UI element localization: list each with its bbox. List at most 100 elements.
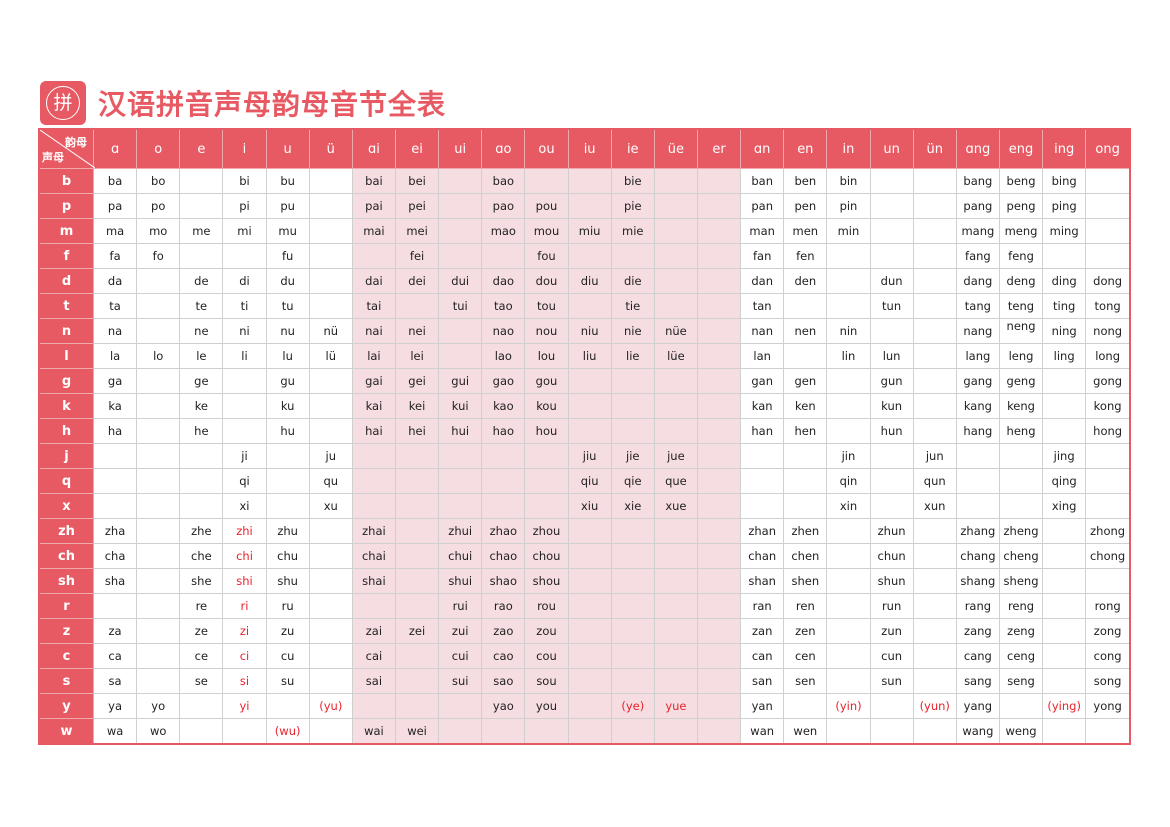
empty-cell: [179, 443, 224, 469]
syllable-text: bi: [239, 174, 250, 188]
empty-cell: [438, 443, 483, 469]
table-row: w wa wo (wu) wai wei wan wen wang weng: [40, 718, 1129, 743]
syllable-cell: chou: [524, 543, 569, 569]
syllable-text: xie: [624, 499, 642, 513]
syllable-cell: li: [222, 343, 267, 369]
syllable-text: shai: [362, 574, 386, 588]
empty-cell: [438, 718, 483, 743]
syllable-text: nie: [623, 324, 642, 338]
final-header: ü: [308, 130, 353, 169]
syllable-cell: hu: [265, 418, 310, 444]
syllable-text: reng: [1007, 599, 1035, 613]
empty-cell: [265, 693, 310, 719]
empty-cell: [653, 518, 698, 544]
empty-cell: [567, 543, 612, 569]
syllable-text: chan: [748, 549, 777, 563]
syllable-text: chu: [277, 549, 299, 563]
syllable-text: kou: [536, 399, 557, 413]
syllable-text: zui: [451, 624, 469, 638]
empty-cell: [653, 218, 698, 244]
syllable-cell: ba: [92, 168, 138, 194]
empty-cell: [1085, 443, 1129, 469]
empty-cell: [1042, 543, 1087, 569]
syllable-text: bang: [963, 174, 993, 188]
empty-cell: [653, 293, 698, 319]
pinyin-logo-icon: 拼: [40, 81, 86, 125]
empty-cell: [912, 568, 957, 594]
syllable-text: ran: [752, 599, 772, 613]
syllable-text: qu: [323, 474, 339, 488]
syllable-cell: meng: [998, 218, 1044, 244]
syllable-cell: shang: [955, 568, 1000, 594]
syllable-text: sao: [493, 674, 514, 688]
syllable-cell: jie: [610, 443, 655, 469]
initial-header: p: [40, 193, 94, 219]
syllable-cell: lun: [869, 343, 914, 369]
syllable-text: fen: [796, 249, 815, 263]
table-row: f fa fo fu fei fou fan fen fang feng: [40, 243, 1129, 269]
final-header: i: [222, 130, 267, 169]
syllable-cell: qin: [826, 468, 871, 494]
syllable-text: sang: [964, 674, 992, 688]
syllable-cell: wen: [783, 718, 828, 743]
syllable-cell: pa: [92, 193, 138, 219]
syllable-text: mang: [961, 224, 995, 238]
syllable-cell: lao: [481, 343, 526, 369]
syllable-cell: gu: [265, 368, 310, 394]
empty-cell: [136, 443, 181, 469]
corner-label-finals: 韵母: [65, 136, 87, 149]
empty-cell: [394, 543, 440, 569]
empty-cell: [1042, 593, 1087, 619]
syllable-cell: men: [783, 218, 828, 244]
syllable-cell: ce: [179, 643, 224, 669]
corner-header: 韵母 声母: [40, 130, 95, 169]
empty-cell: [481, 443, 526, 469]
syllable-cell: nao: [481, 318, 526, 344]
syllable-text: bu: [280, 174, 295, 188]
final-header: u: [265, 130, 310, 169]
syllable-text: ya: [108, 699, 122, 713]
syllable-cell: fen: [783, 243, 828, 269]
empty-cell: [265, 493, 310, 519]
syllable-text: zha: [104, 524, 126, 538]
syllable-cell: lu: [265, 343, 310, 369]
syllable-text: lu: [282, 349, 293, 363]
syllable-cell: lo: [136, 343, 181, 369]
syllable-text: cao: [493, 649, 514, 663]
syllable-cell: can: [740, 643, 785, 669]
syllable-text: gou: [535, 374, 558, 388]
empty-cell: [481, 718, 526, 743]
syllable-cell: ca: [92, 643, 138, 669]
syllable-cell: nin: [826, 318, 871, 344]
syllable-cell: dei: [394, 268, 440, 294]
syllable-text: ni: [239, 324, 250, 338]
empty-cell: [912, 393, 957, 419]
syllable-cell: zui: [438, 618, 483, 644]
empty-cell: [653, 568, 698, 594]
syllable-text: ca: [108, 649, 122, 663]
syllable-cell: man: [740, 218, 785, 244]
syllable-text: ri: [240, 599, 249, 613]
empty-cell: [610, 368, 655, 394]
empty-cell: [136, 293, 181, 319]
empty-cell: [912, 418, 957, 444]
syllable-cell: fou: [524, 243, 569, 269]
empty-cell: [955, 468, 1000, 494]
empty-cell: [394, 518, 440, 544]
final-header: en: [783, 130, 828, 169]
syllable-text: lü: [325, 349, 337, 363]
syllable-cell: ning: [1042, 318, 1087, 344]
syllable-cell: jing: [1042, 443, 1087, 469]
syllable-cell: cou: [524, 643, 569, 669]
empty-cell: [438, 193, 483, 219]
syllable-cell: que: [653, 468, 698, 494]
syllable-text: die: [623, 274, 642, 288]
syllable-text: wa: [106, 724, 124, 738]
syllable-cell: zai: [351, 618, 396, 644]
syllable-cell: ke: [179, 393, 224, 419]
syllable-cell: sha: [92, 568, 138, 594]
empty-cell: [394, 568, 440, 594]
syllable-cell: pin: [826, 193, 871, 219]
syllable-cell: ta: [92, 293, 138, 319]
final-header: ün: [912, 130, 957, 169]
